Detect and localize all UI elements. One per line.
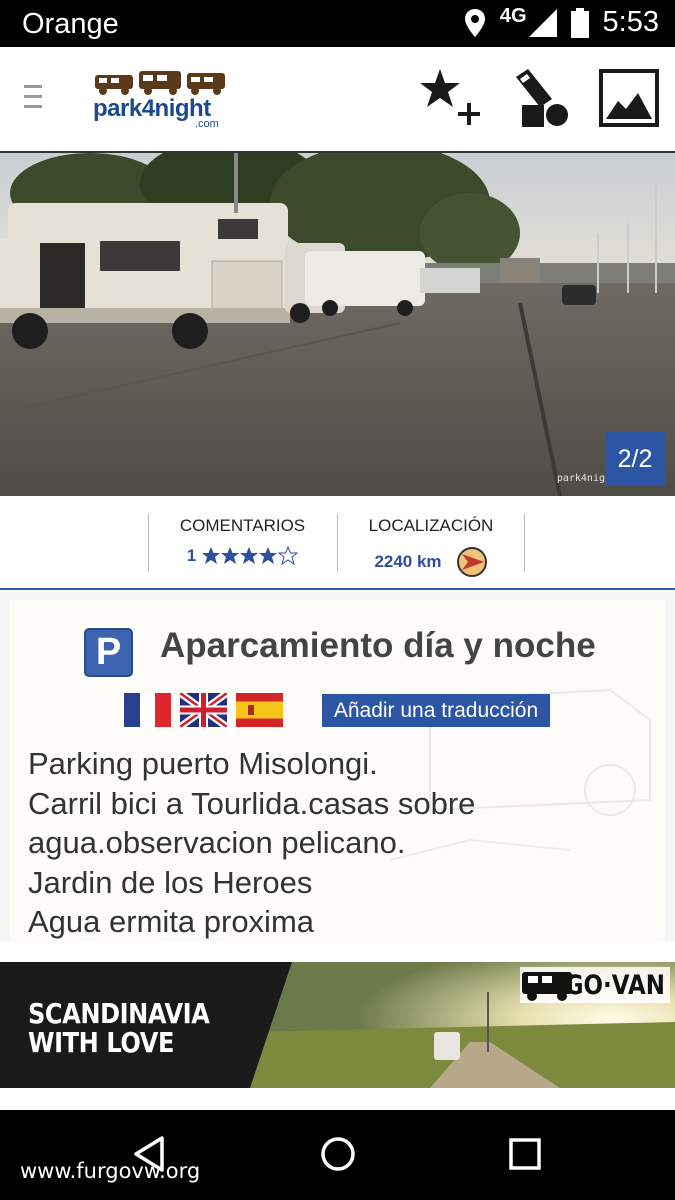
park4night-logo[interactable]: park4night .com [93,69,233,133]
signal-icon [528,8,557,37]
spacer [0,942,675,962]
tools-icon[interactable] [510,67,572,131]
add-favorite-icon[interactable] [418,67,484,131]
location-label: LOCALIZACIÓN [368,516,494,535]
spot-photo[interactable]: park4nig 2/2 [0,153,675,496]
location-value: 2240 km [338,546,524,578]
flag-spain-icon[interactable] [236,693,283,727]
distance-value: 2240 km [374,552,442,571]
spot-card: P Aparcamiento día y noche Añadir una tr… [10,600,665,942]
flag-uk-icon[interactable] [180,693,227,727]
stats-bar: COMENTARIOS 1 LOCALIZACIÓN 2240 km [0,496,675,590]
description-line: agua.observacion pelicano. [28,825,406,860]
description-line: Parking puerto Misolongi. [28,746,378,781]
spot-photo-image [0,153,675,496]
recent-apps-icon[interactable] [507,1134,543,1174]
status-icons: 4G 5:53 [464,5,659,39]
logo-wordmark: park4night [93,95,211,122]
flag-france-icon[interactable] [124,693,171,727]
photo-watermark: park4nig [556,473,605,484]
campervans-logo-icon [95,71,225,95]
spot-details: P Aparcamiento día y noche Añadir una tr… [0,592,675,942]
spot-title: Aparcamiento día y noche [160,626,596,665]
spacer [0,1088,675,1110]
ad-slogan-line: WITH LOVE [28,1026,175,1059]
ad-brand: GO·VAN [564,970,665,1001]
clock: 5:53 [602,6,659,38]
ad-slogan-line: SCANDINAVIA [28,997,210,1030]
site-watermark: www.furgovw.org [20,1159,201,1183]
photo-icon[interactable] [598,67,660,131]
description-line: Carril bici a Tourlida.casas sobre [28,785,476,821]
location-pin-icon [464,8,485,37]
rating-stars-icon [202,546,299,566]
comments-value: 1 [149,546,336,566]
comments-count: 1 [186,546,197,565]
ad-slogan: SCANDINAVIA WITH LOVE [28,997,210,1059]
carrier-name: Orange [22,8,119,40]
status-bar: Orange 4G 5:53 [0,0,675,47]
app-header: park4night .com [0,47,675,153]
home-icon[interactable] [318,1134,358,1174]
description-line: Agua ermita proxima [28,904,315,939]
spot-description: Parking puerto Misolongi. Carril bici a … [28,744,648,942]
photo-counter[interactable]: 2/2 [605,432,665,486]
ad-banner[interactable]: SCANDINAVIA WITH LOVE GO·VAN [0,962,675,1088]
logo-suffix: .com [195,118,219,130]
battery-icon [570,7,589,38]
comments-stat[interactable]: COMENTARIOS 1 [148,514,336,572]
hamburger-menu-icon[interactable] [24,85,42,111]
description-line: Jardin de los Heroes [28,864,313,900]
network-type: 4G [499,5,527,27]
parking-type-badge: P [84,628,133,677]
direction-compass-icon [456,547,487,577]
add-translation-button[interactable]: Añadir una traducción [322,694,550,727]
location-stat[interactable]: LOCALIZACIÓN 2240 km [337,514,525,577]
comments-label: COMENTARIOS [179,516,306,535]
system-nav-bar: www.furgovw.org [0,1110,675,1200]
